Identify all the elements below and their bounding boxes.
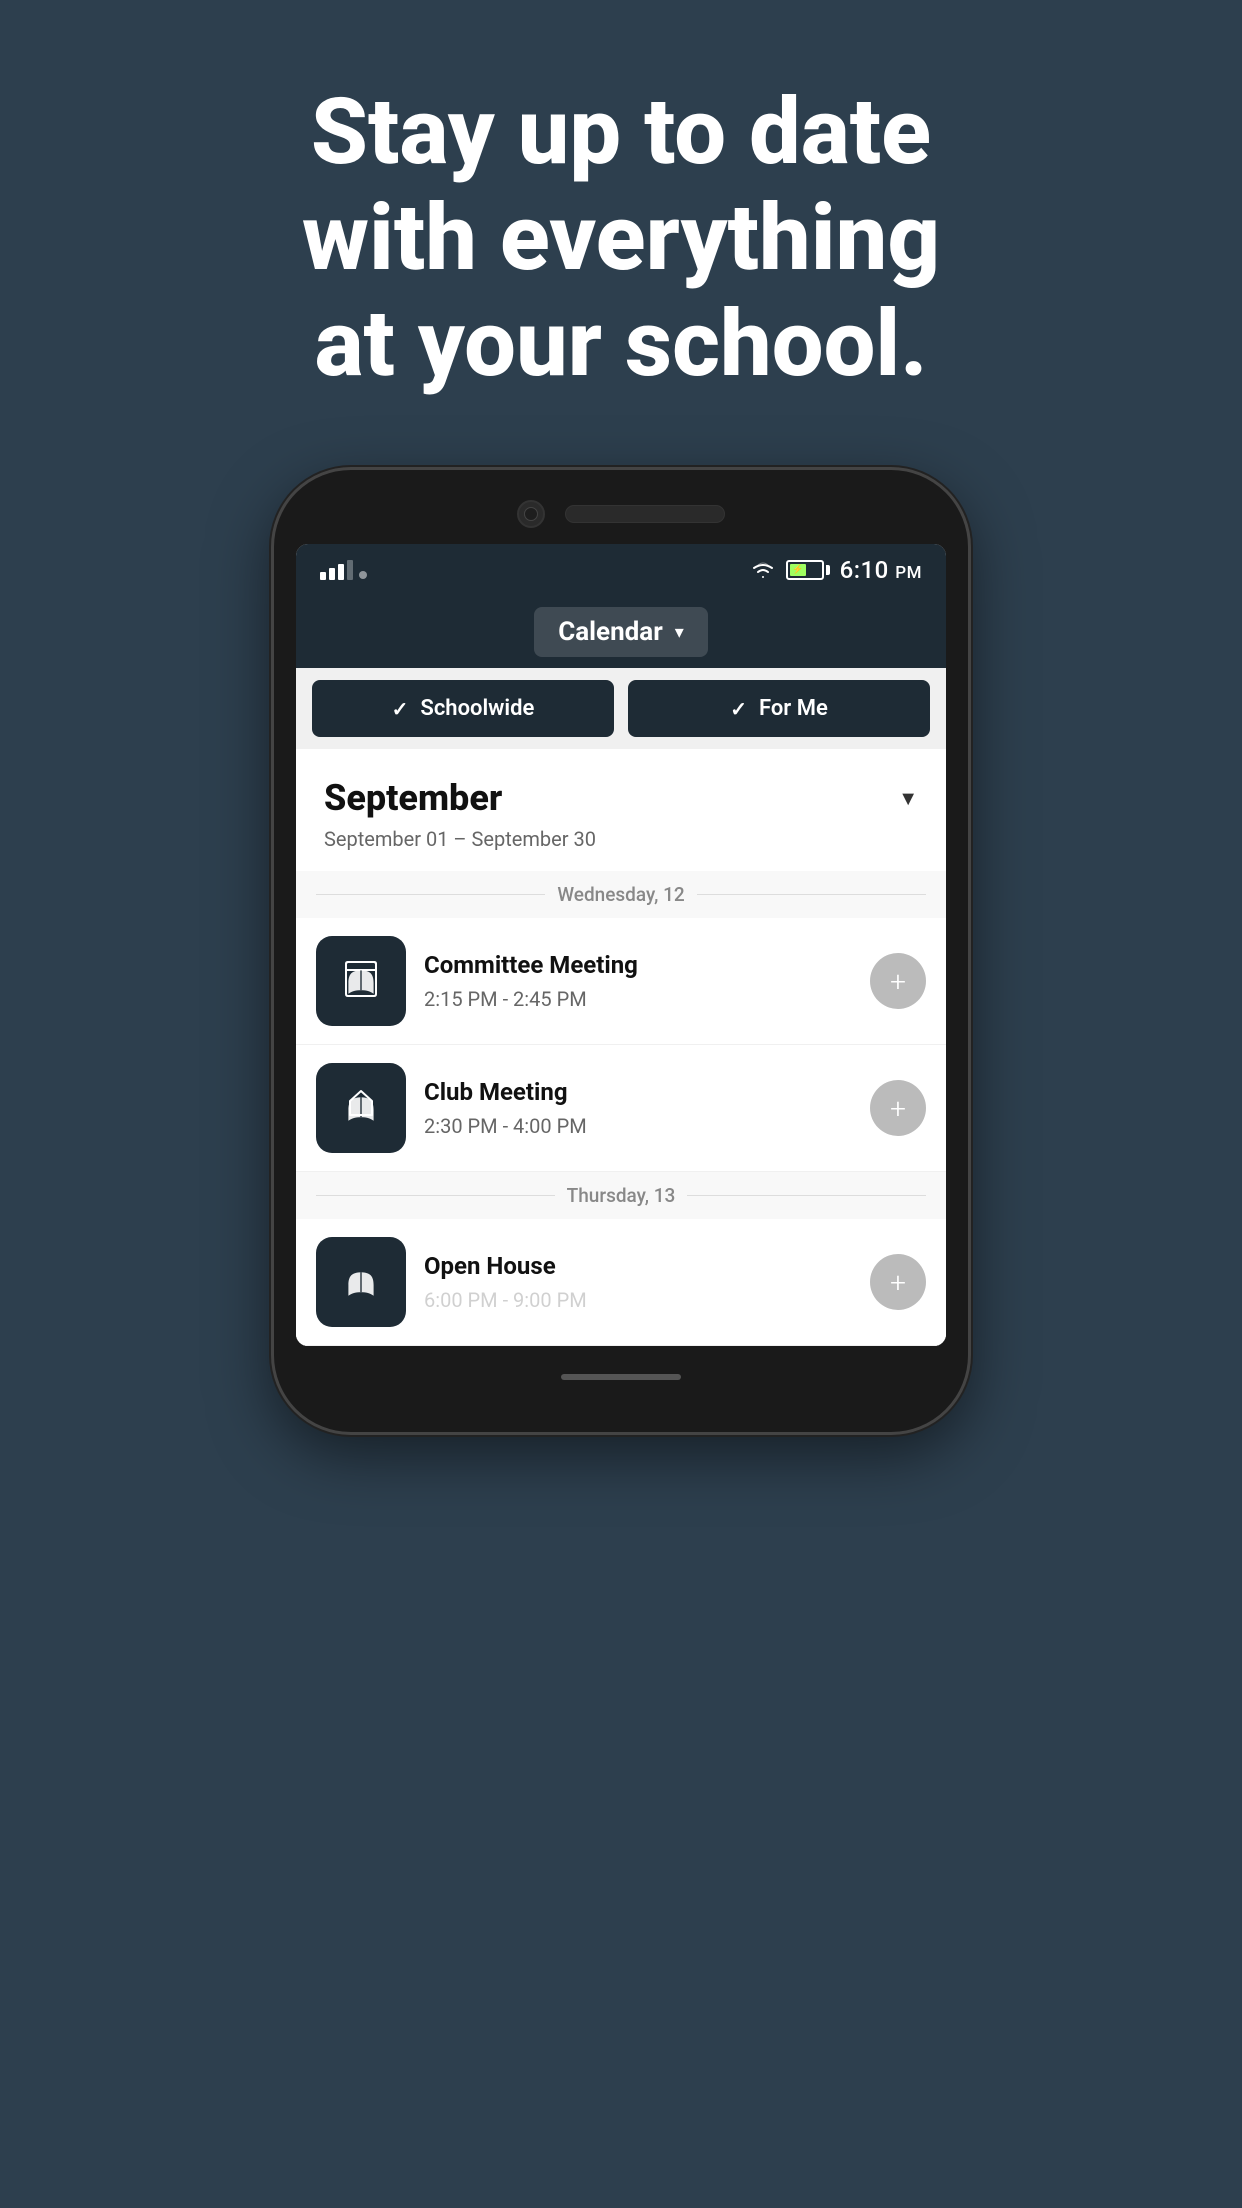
home-indicator bbox=[561, 1374, 681, 1380]
battery-body bbox=[786, 560, 824, 580]
hero-line-1: Stay up to date bbox=[311, 79, 931, 186]
book-icon bbox=[336, 956, 386, 1006]
status-time-value: 6:10 bbox=[840, 556, 889, 584]
day-separator-thu: Thursday, 13 bbox=[296, 1172, 946, 1219]
committee-meeting-info: Committee Meeting 2:15 PM - 2:45 PM bbox=[424, 951, 852, 1011]
signal-dot bbox=[359, 571, 367, 579]
add-committee-meeting-button[interactable]: + bbox=[870, 953, 926, 1009]
event-club-meeting: Club Meeting 2:30 PM - 4:00 PM + bbox=[296, 1045, 946, 1172]
signal-bar-4 bbox=[347, 560, 353, 580]
forme-check-icon: ✓ bbox=[730, 697, 747, 721]
open-house-title: Open House bbox=[424, 1252, 852, 1280]
month-range: September 01 – September 30 bbox=[296, 827, 946, 871]
phone-bottom-bar bbox=[296, 1362, 946, 1392]
day-line-right bbox=[697, 894, 926, 895]
status-time-suffix: PM bbox=[895, 563, 922, 583]
battery-fill bbox=[790, 564, 807, 576]
event-committee-meeting: Committee Meeting 2:15 PM - 2:45 PM + bbox=[296, 918, 946, 1045]
event-icon-open-house bbox=[316, 1237, 406, 1327]
battery-tip bbox=[826, 565, 830, 575]
add-open-house-button[interactable]: + bbox=[870, 1254, 926, 1310]
filter-schoolwide-button[interactable]: ✓ Schoolwide bbox=[312, 680, 614, 737]
status-time: 6:10 PM bbox=[840, 556, 922, 584]
status-left bbox=[320, 560, 367, 580]
committee-meeting-title: Committee Meeting bbox=[424, 951, 852, 979]
club-meeting-title: Club Meeting bbox=[424, 1078, 852, 1106]
book-icon-3 bbox=[336, 1257, 386, 1307]
event-icon-club bbox=[316, 1063, 406, 1153]
wifi-icon bbox=[750, 560, 776, 580]
schoolwide-label: Schoolwide bbox=[420, 696, 534, 721]
month-header: September ▼ bbox=[296, 749, 946, 827]
navbar-title: Calendar bbox=[558, 617, 663, 647]
speaker-grille bbox=[565, 505, 725, 523]
committee-meeting-time: 2:15 PM - 2:45 PM bbox=[424, 987, 852, 1011]
open-house-time: 6:00 PM - 9:00 PM bbox=[424, 1288, 852, 1312]
signal-bars bbox=[320, 560, 367, 580]
phone-top-hardware bbox=[296, 500, 946, 528]
battery-icon bbox=[786, 560, 830, 580]
calendar-content: September ▼ September 01 – September 30 … bbox=[296, 749, 946, 1346]
day-label-wed: Wednesday, 12 bbox=[557, 883, 684, 906]
forme-label: For Me bbox=[759, 696, 828, 721]
event-open-house: Open House 6:00 PM - 9:00 PM + bbox=[296, 1219, 946, 1346]
hero-text: Stay up to date with everything at your … bbox=[0, 0, 1242, 457]
status-bar: 6:10 PM bbox=[296, 544, 946, 596]
dropdown-arrow-icon: ▾ bbox=[675, 622, 684, 643]
filter-forme-button[interactable]: ✓ For Me bbox=[628, 680, 930, 737]
phone-screen: 6:10 PM Calendar ▾ ✓ Schoolwide bbox=[296, 544, 946, 1346]
hero-line-2: with everything bbox=[302, 185, 940, 292]
phone-mockup: 6:10 PM Calendar ▾ ✓ Schoolwide bbox=[271, 467, 971, 1435]
day-line-left bbox=[316, 894, 545, 895]
month-title: September bbox=[324, 777, 502, 819]
event-icon-committee bbox=[316, 936, 406, 1026]
book-icon-2 bbox=[336, 1083, 386, 1133]
add-club-meeting-button[interactable]: + bbox=[870, 1080, 926, 1136]
schoolwide-check-icon: ✓ bbox=[392, 697, 409, 721]
day-label-thu: Thursday, 13 bbox=[567, 1184, 676, 1207]
club-meeting-time: 2:30 PM - 4:00 PM bbox=[424, 1114, 852, 1138]
front-camera bbox=[517, 500, 545, 528]
phone-shell: 6:10 PM Calendar ▾ ✓ Schoolwide bbox=[271, 467, 971, 1435]
signal-bar-1 bbox=[320, 572, 326, 580]
club-meeting-info: Club Meeting 2:30 PM - 4:00 PM bbox=[424, 1078, 852, 1138]
month-dropdown-icon[interactable]: ▼ bbox=[898, 786, 918, 811]
status-right: 6:10 PM bbox=[750, 556, 922, 584]
open-house-info: Open House 6:00 PM - 9:00 PM bbox=[424, 1252, 852, 1312]
day-line-thu-right bbox=[687, 1195, 926, 1196]
calendar-dropdown[interactable]: Calendar ▾ bbox=[534, 607, 708, 657]
filter-bar: ✓ Schoolwide ✓ For Me bbox=[296, 668, 946, 749]
signal-bar-3 bbox=[338, 564, 344, 580]
day-separator-wed: Wednesday, 12 bbox=[296, 871, 946, 918]
signal-bar-2 bbox=[329, 568, 335, 580]
app-navbar: Calendar ▾ bbox=[296, 596, 946, 668]
hero-line-3: at your school. bbox=[314, 291, 927, 398]
day-line-thu-left bbox=[316, 1195, 555, 1196]
